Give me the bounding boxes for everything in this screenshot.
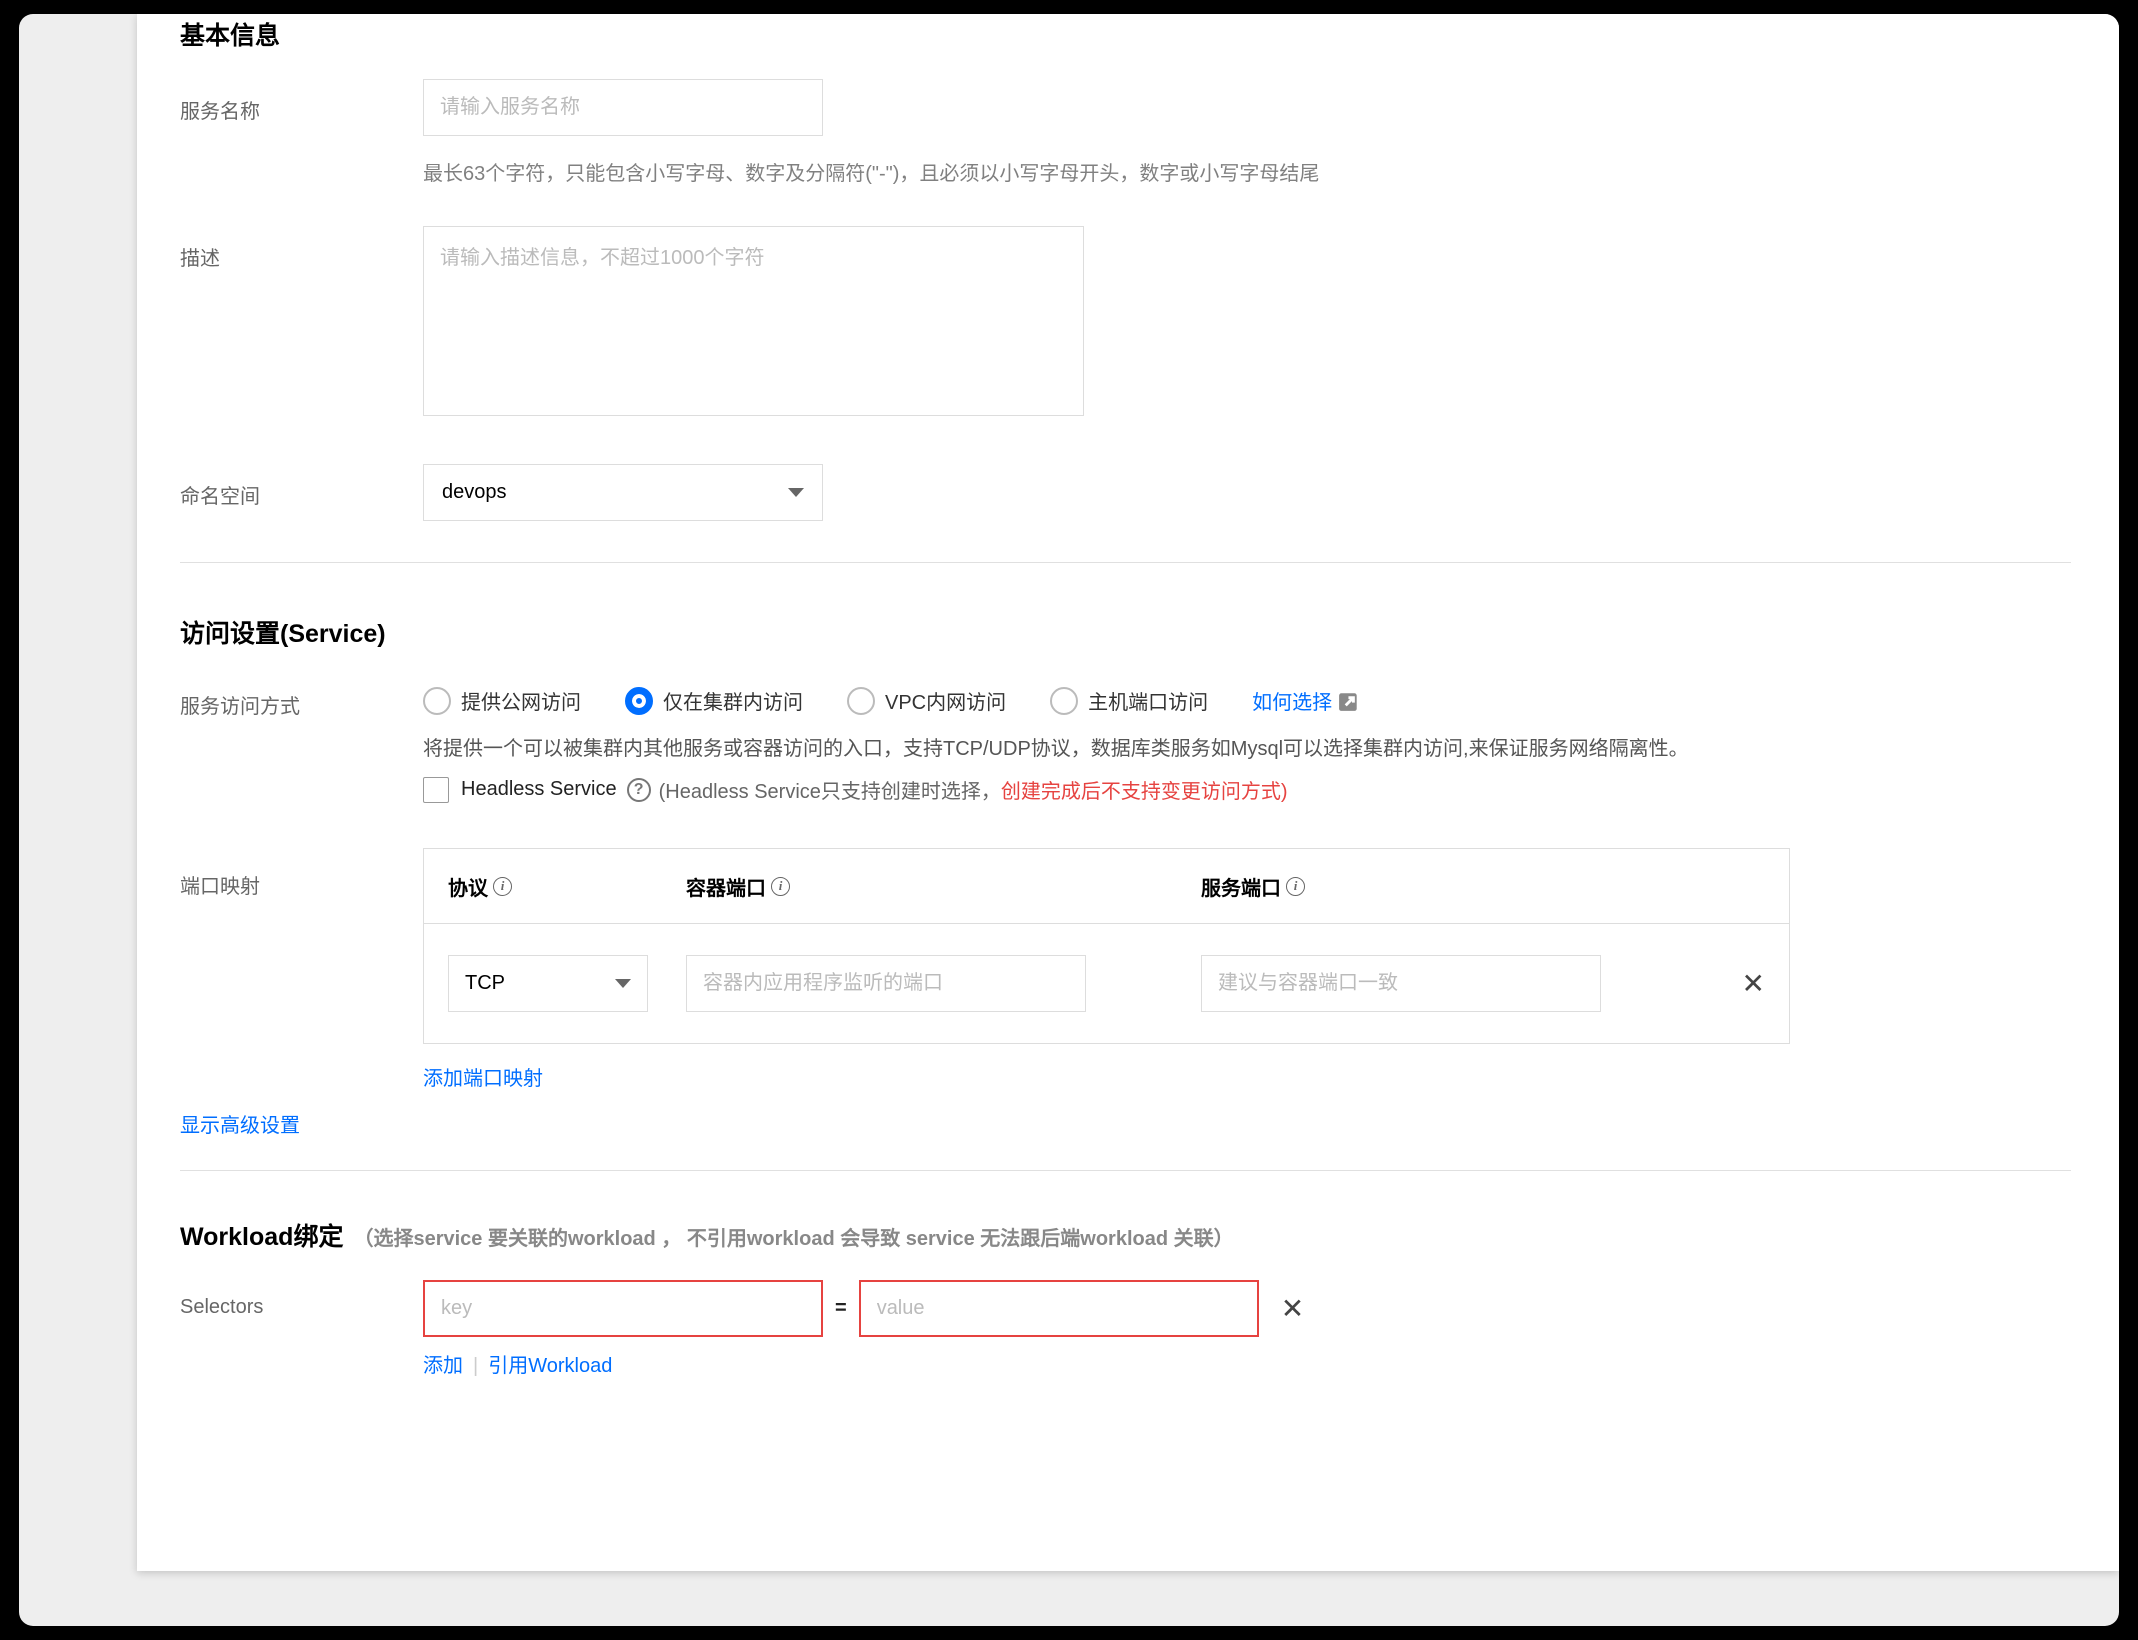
- add-selector-link[interactable]: 添加: [423, 1355, 463, 1377]
- description-textarea[interactable]: [423, 226, 1084, 416]
- external-link-icon[interactable]: [1338, 690, 1360, 712]
- headless-service-label: Headless Service: [461, 778, 617, 801]
- equals-sign: =: [835, 1297, 847, 1320]
- port-mapping-row: 端口映射 协议 i 容器端口 i: [180, 848, 2071, 1091]
- radio-label: VPC内网访问: [885, 686, 1006, 715]
- radio-label: 主机端口访问: [1088, 686, 1208, 715]
- form-panel: 基本信息 服务名称 最长63个字符，只能包含小写字母、数字及分隔符("-")，且…: [137, 14, 2119, 1571]
- namespace-label: 命名空间: [180, 464, 423, 521]
- basic-info-heading: 基本信息: [180, 20, 2071, 52]
- radio-icon: [1050, 687, 1078, 715]
- headless-note-red: 创建完成后不支持变更访问方式): [1001, 775, 1288, 804]
- workload-binding-heading: Workload绑定: [180, 1221, 343, 1253]
- radio-label: 仅在集群内访问: [663, 686, 803, 715]
- port-table-row: TCP ✕: [424, 924, 1789, 1043]
- radio-host-port-access[interactable]: 主机端口访问: [1050, 686, 1208, 715]
- link-separator: |: [473, 1355, 478, 1377]
- section-divider: [180, 1170, 2071, 1171]
- service-name-input[interactable]: [423, 79, 823, 136]
- selector-key-input[interactable]: [423, 1280, 823, 1337]
- add-port-mapping-link[interactable]: 添加端口映射: [423, 1068, 543, 1090]
- service-port-column-header: 服务端口 i: [1201, 872, 1765, 901]
- info-icon[interactable]: i: [1286, 877, 1305, 896]
- radio-vpc-access[interactable]: VPC内网访问: [847, 686, 1006, 715]
- selectors-row: Selectors = ✕ 添加 | 引用Workload: [180, 1280, 2071, 1378]
- container-port-header-label: 容器端口: [686, 872, 766, 901]
- help-question-icon[interactable]: ?: [627, 778, 651, 802]
- protocol-selected-value: TCP: [465, 972, 505, 995]
- headless-service-checkbox[interactable]: [423, 777, 449, 803]
- section-divider: [180, 562, 2071, 563]
- description-row: 描述: [180, 226, 2071, 421]
- chevron-down-icon: [788, 488, 804, 497]
- container-port-column-header: 容器端口 i: [686, 872, 1201, 901]
- reference-workload-link[interactable]: 引用Workload: [488, 1355, 612, 1377]
- selector-value-input[interactable]: [859, 1280, 1259, 1337]
- chevron-down-icon: [615, 979, 631, 988]
- access-settings-heading: 访问设置(Service): [180, 618, 2071, 650]
- description-label: 描述: [180, 226, 423, 421]
- access-method-row: 服务访问方式 提供公网访问 仅在集群内访问 VPC内网访: [180, 676, 2071, 804]
- info-icon[interactable]: i: [493, 877, 512, 896]
- service-port-header-label: 服务端口: [1201, 872, 1281, 901]
- protocol-header-label: 协议: [448, 872, 488, 901]
- access-method-description: 将提供一个可以被集群内其他服务或容器访问的入口，支持TCP/UDP协议，数据库类…: [423, 735, 2071, 763]
- port-mapping-label: 端口映射: [180, 848, 423, 1091]
- namespace-selected-value: devops: [442, 481, 507, 504]
- app-window: 基本信息 服务名称 最长63个字符，只能包含小写字母、数字及分隔符("-")，且…: [19, 14, 2119, 1626]
- radio-label: 提供公网访问: [461, 686, 581, 715]
- port-mapping-table: 协议 i 容器端口 i 服务端口 i: [423, 848, 1790, 1044]
- service-port-input[interactable]: [1201, 955, 1601, 1012]
- workload-binding-subheading: （选择service 要关联的workload ， 不引用workload 会导…: [353, 1222, 1233, 1251]
- service-name-row: 服务名称: [180, 79, 2071, 136]
- remove-selector-icon[interactable]: ✕: [1281, 1295, 1304, 1323]
- namespace-row: 命名空间 devops: [180, 464, 2071, 521]
- protocol-select[interactable]: TCP: [448, 955, 648, 1012]
- info-icon[interactable]: i: [771, 877, 790, 896]
- show-advanced-settings-link[interactable]: 显示高级设置: [180, 1115, 300, 1137]
- service-name-label: 服务名称: [180, 79, 423, 136]
- namespace-select[interactable]: devops: [423, 464, 823, 521]
- container-port-input[interactable]: [686, 955, 1086, 1012]
- remove-port-mapping-icon[interactable]: ✕: [1742, 968, 1765, 999]
- port-table-header: 协议 i 容器端口 i 服务端口 i: [424, 849, 1789, 924]
- access-method-label: 服务访问方式: [180, 676, 423, 804]
- headless-note-gray: (Headless Service只支持创建时选择，: [659, 775, 1001, 804]
- radio-checked-icon: [625, 687, 653, 715]
- selectors-label: Selectors: [180, 1280, 423, 1378]
- radio-cluster-only-access[interactable]: 仅在集群内访问: [625, 686, 803, 715]
- radio-icon: [423, 687, 451, 715]
- radio-icon: [847, 687, 875, 715]
- protocol-column-header: 协议 i: [448, 872, 686, 901]
- radio-public-access[interactable]: 提供公网访问: [423, 686, 581, 715]
- service-name-hint: 最长63个字符，只能包含小写字母、数字及分隔符("-")，且必须以小写字母开头，…: [423, 161, 2071, 187]
- how-to-choose-link[interactable]: 如何选择: [1252, 686, 1332, 715]
